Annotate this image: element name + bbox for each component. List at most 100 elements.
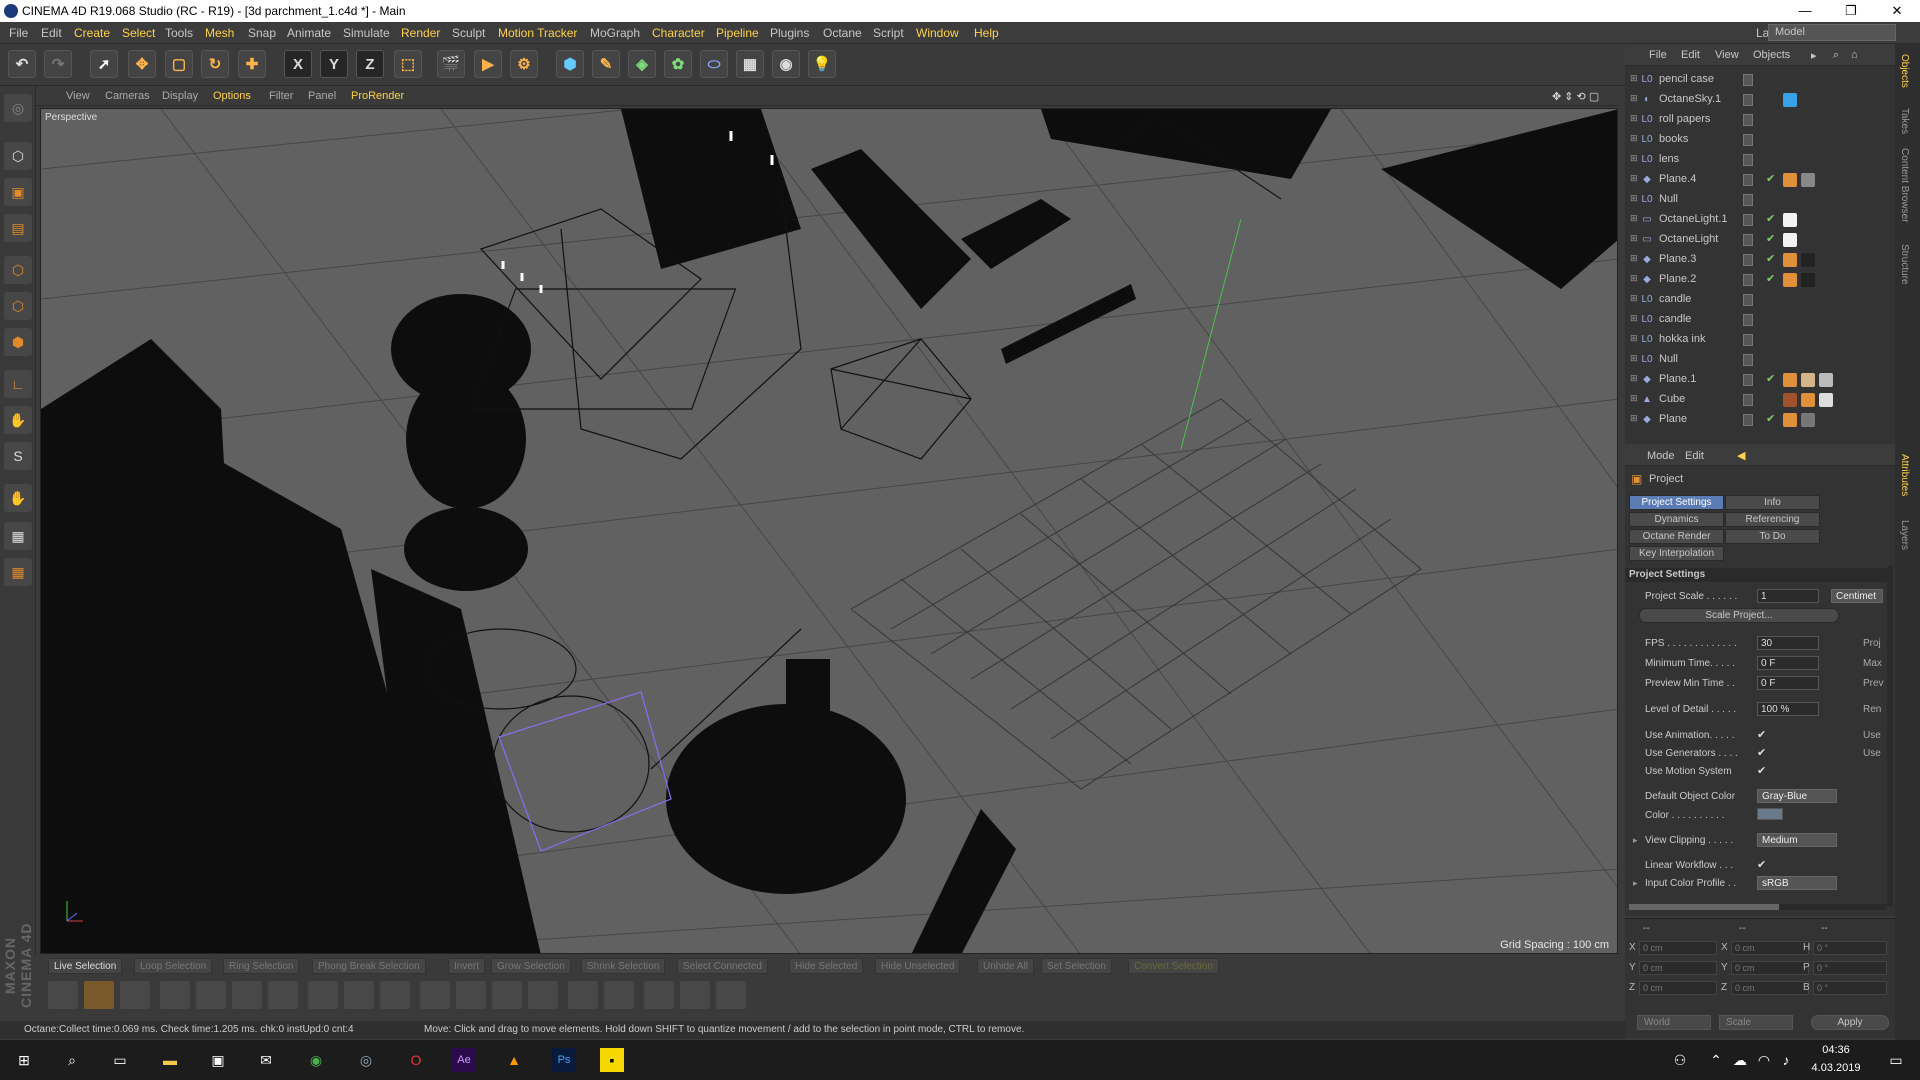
enabled-check-icon[interactable]: ✔ — [1766, 272, 1775, 285]
view-clipping-expand-icon[interactable]: ▸ — [1633, 835, 1638, 846]
coord-mode-dropdown[interactable]: World — [1637, 1015, 1711, 1030]
linear-workflow-checkbox[interactable]: ✔ — [1757, 858, 1766, 871]
mesh-tool-3-icon[interactable] — [120, 981, 150, 1009]
expand-icon[interactable]: ⊞ — [1630, 253, 1638, 264]
mesh-tool-12-icon[interactable] — [456, 981, 486, 1009]
mesh-tool-13-icon[interactable] — [492, 981, 522, 1009]
generator-icon[interactable]: ◈ — [628, 50, 656, 78]
object-row[interactable]: ⊞ L0 Null — [1625, 190, 1895, 210]
enabled-check-icon[interactable]: ✔ — [1766, 412, 1775, 425]
attr-vertical-scrollbar[interactable] — [1887, 566, 1893, 906]
side-tab-objects[interactable]: Objects — [1899, 54, 1910, 88]
clock-date[interactable]: 4.03.2019 — [1800, 1062, 1872, 1074]
expand-icon[interactable]: ⊞ — [1630, 133, 1638, 144]
mesh-tool-6-icon[interactable] — [232, 981, 262, 1009]
menu-tools[interactable]: Tools — [165, 26, 193, 40]
object-row[interactable]: ⊞ ◆ Plane ✔ — [1625, 410, 1895, 430]
select-connected-button[interactable]: Select Connected — [677, 958, 768, 974]
tab-to-do[interactable]: To Do — [1725, 529, 1820, 544]
side-tab-layers[interactable]: Layers — [1899, 520, 1910, 550]
vp-menu-cameras[interactable]: Cameras — [105, 90, 150, 102]
restore-button[interactable]: ❐ — [1828, 0, 1874, 22]
om-home-icon[interactable]: ⌂ — [1851, 49, 1858, 61]
search-icon[interactable]: ⌕ — [60, 1048, 84, 1072]
minimize-button[interactable]: — — [1782, 0, 1828, 22]
use-animation-checkbox[interactable]: ✔ — [1757, 728, 1766, 741]
object-name[interactable]: candle — [1659, 313, 1691, 325]
preview-min-time-field[interactable]: 0 F — [1757, 676, 1819, 690]
menu-animate[interactable]: Animate — [287, 26, 331, 40]
object-row[interactable]: ⊞ ◆ Plane.2 ✔ — [1625, 270, 1895, 290]
om-menu-edit[interactable]: Edit — [1681, 49, 1700, 61]
object-row[interactable]: ⊞ ◆ Plane.3 ✔ — [1625, 250, 1895, 270]
material-tag-icon[interactable] — [1801, 373, 1815, 387]
material-tag-icon[interactable] — [1801, 253, 1815, 267]
invert-button[interactable]: Invert — [448, 958, 486, 974]
deformer-icon[interactable]: ✿ — [664, 50, 692, 78]
people-icon[interactable]: ⚇ — [1668, 1048, 1692, 1072]
visibility-toggle[interactable] — [1743, 354, 1753, 366]
tab-octane-render[interactable]: Octane Render — [1629, 529, 1724, 544]
expand-icon[interactable]: ⊞ — [1630, 333, 1638, 344]
mesh-tool-8-icon[interactable] — [308, 981, 338, 1009]
object-name[interactable]: Plane.2 — [1659, 273, 1696, 285]
attr-back-arrow-icon[interactable]: ◀ — [1737, 449, 1745, 462]
perspective-viewport[interactable]: Perspective Grid Spacing : 100 cm — [40, 108, 1618, 954]
layout-dropdown[interactable]: Model — [1768, 24, 1896, 41]
file-explorer-icon[interactable]: ▬ — [158, 1048, 182, 1072]
last-tool-icon[interactable]: ✚ — [238, 50, 266, 78]
rotate-tool-icon[interactable]: ↻ — [201, 50, 229, 78]
expand-icon[interactable]: ⊞ — [1630, 273, 1638, 284]
menu-octane[interactable]: Octane — [823, 26, 862, 40]
object-name[interactable]: Plane — [1659, 413, 1687, 425]
coord-position-field[interactable]: 0 cm — [1639, 961, 1717, 975]
locked-workplane-icon[interactable]: ▦ — [4, 558, 32, 586]
vp-menu-filter[interactable]: Filter — [269, 90, 293, 102]
object-row[interactable]: ⊞ L0 candle — [1625, 310, 1895, 330]
unhide-all-button[interactable]: Unhide All — [977, 958, 1035, 974]
cinema4d-taskbar-icon[interactable]: ◎ — [354, 1048, 378, 1072]
points-mode-icon[interactable]: ⬡ — [4, 256, 32, 284]
expand-icon[interactable]: ⊞ — [1630, 173, 1638, 184]
light-icon[interactable]: 💡 — [808, 50, 836, 78]
visibility-toggle[interactable] — [1743, 274, 1753, 286]
material-tag-icon[interactable] — [1801, 393, 1815, 407]
expand-icon[interactable]: ⊞ — [1630, 353, 1638, 364]
visibility-toggle[interactable] — [1743, 394, 1753, 406]
menu-edit[interactable]: Edit — [41, 26, 62, 40]
material-tag-icon[interactable] — [1783, 273, 1797, 287]
tab-key-interpolation[interactable]: Key Interpolation — [1629, 546, 1724, 561]
om-search-icon[interactable]: ⌕ — [1833, 49, 1839, 62]
level-of-detail-field[interactable]: 100 % — [1757, 702, 1819, 716]
tab-project-settings[interactable]: Project Settings — [1629, 495, 1724, 510]
clock-time[interactable]: 04:36 — [1808, 1044, 1864, 1056]
om-menu-file[interactable]: File — [1649, 49, 1667, 61]
tab-referencing[interactable]: Referencing — [1725, 512, 1820, 527]
visibility-toggle[interactable] — [1743, 374, 1753, 386]
vp-menu-view[interactable]: View — [66, 90, 90, 102]
project-scale-unit-dropdown[interactable]: Centimet — [1831, 589, 1883, 603]
input-color-profile-expand-icon[interactable]: ▸ — [1633, 878, 1638, 889]
material-tag-icon[interactable] — [1819, 393, 1833, 407]
object-name[interactable]: candle — [1659, 293, 1691, 305]
menu-script[interactable]: Script — [873, 26, 904, 40]
material-tag-icon[interactable] — [1783, 373, 1797, 387]
axis-mode-icon[interactable]: ∟ — [4, 370, 32, 398]
material-tag-icon[interactable] — [1783, 253, 1797, 267]
undo-button[interactable]: ↶ — [8, 50, 36, 78]
menu-simulate[interactable]: Simulate — [343, 26, 390, 40]
vlc-icon[interactable]: ▲ — [502, 1048, 526, 1072]
visibility-toggle[interactable] — [1743, 134, 1753, 146]
object-row[interactable]: ⊞ L0 roll papers — [1625, 110, 1895, 130]
use-motion-system-checkbox[interactable]: ✔ — [1757, 764, 1766, 777]
menu-render[interactable]: Render — [401, 26, 440, 40]
object-name[interactable]: books — [1659, 133, 1688, 145]
side-tab-content-browser[interactable]: Content Browser — [1899, 148, 1910, 222]
expand-icon[interactable]: ⊞ — [1630, 153, 1638, 164]
move-tool-icon[interactable]: ✥ — [128, 50, 156, 78]
coord-rotation-field[interactable]: 0 ° — [1813, 961, 1887, 975]
expand-icon[interactable]: ⊞ — [1630, 93, 1638, 104]
side-tab-attributes[interactable]: Attributes — [1899, 454, 1910, 496]
loop-selection-button[interactable]: Loop Selection — [134, 958, 213, 974]
default-object-color-dropdown[interactable]: Gray-Blue — [1757, 789, 1837, 803]
